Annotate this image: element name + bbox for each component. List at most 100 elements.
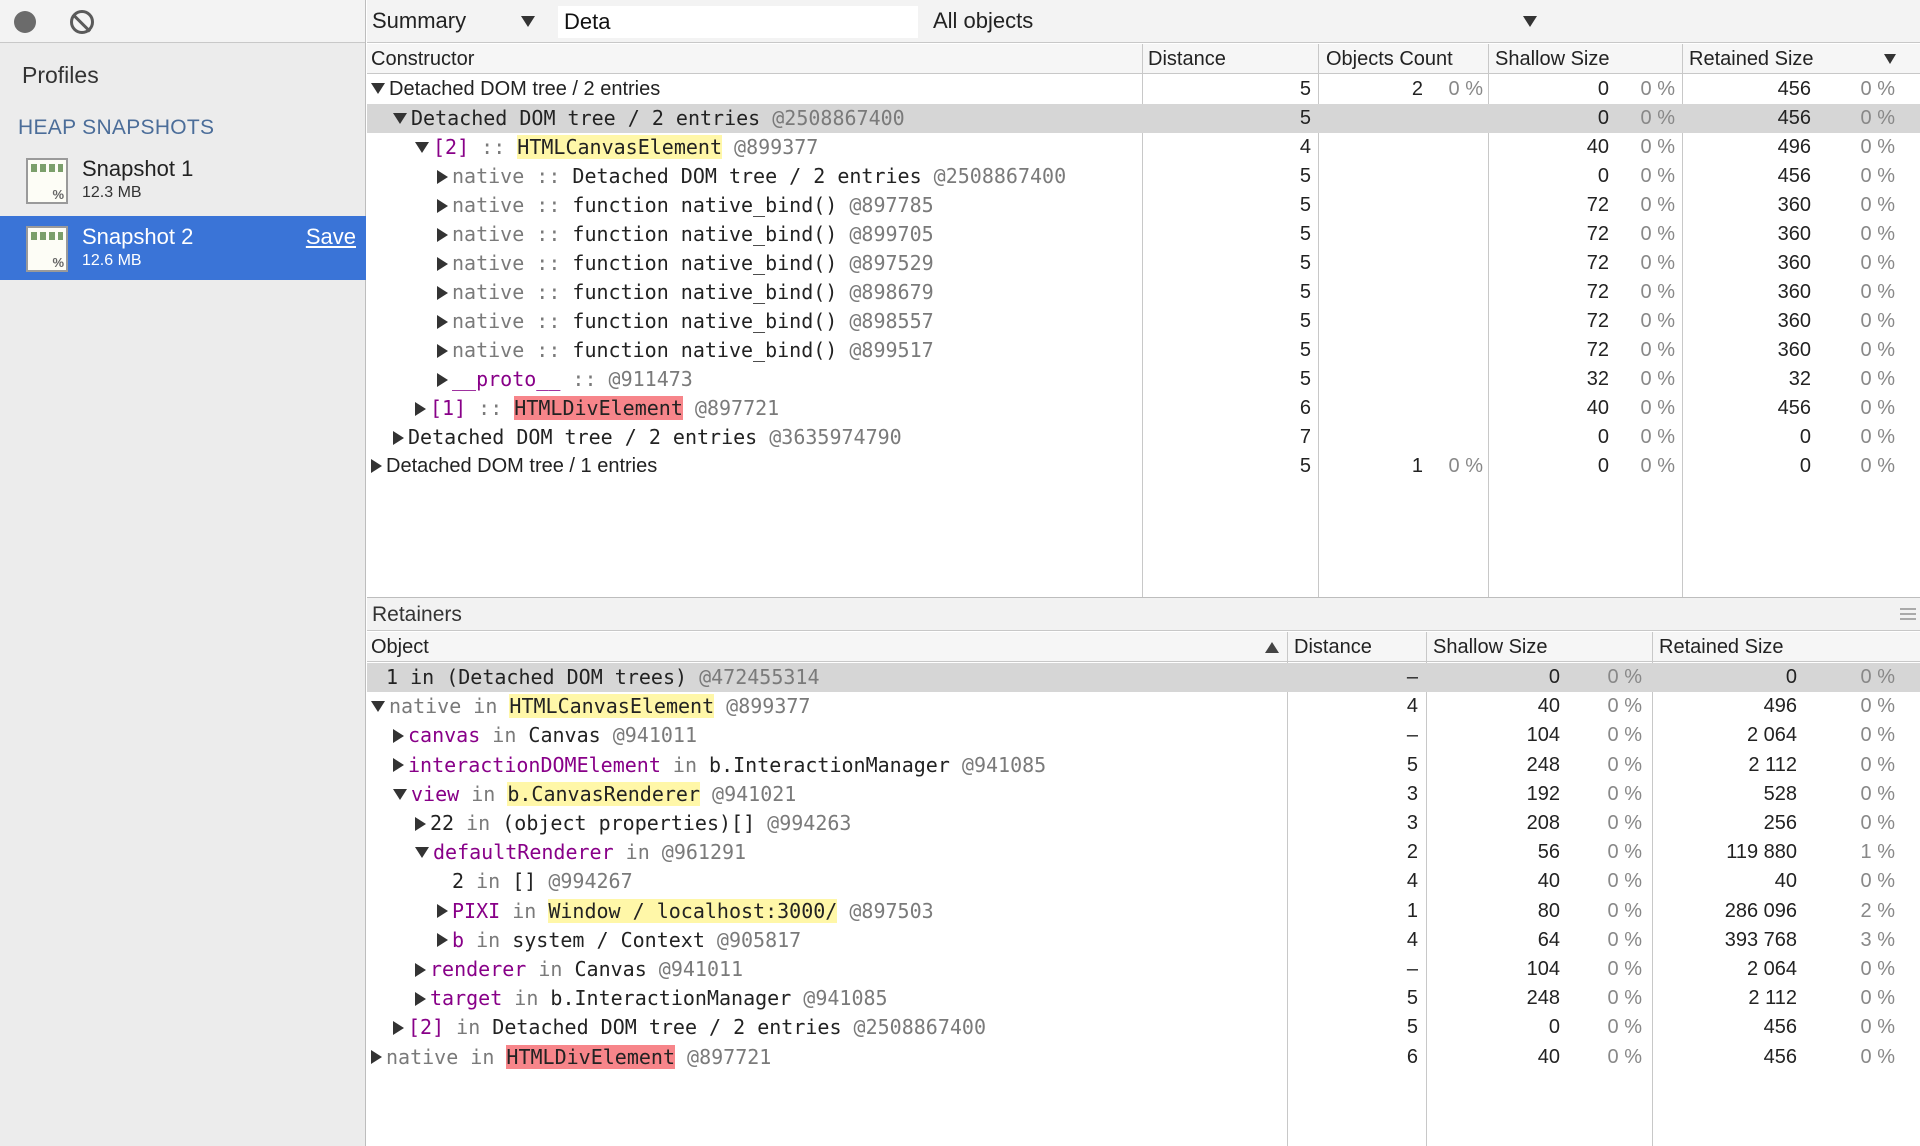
table-row[interactable]: 1 in (Detached DOM trees) @472455314 – 0 0 … [367, 663, 1920, 692]
object-name-cell[interactable]: [1] :: HTMLDivElement @897721 [415, 394, 1141, 423]
table-row[interactable]: Detached DOM tree / 2 entries @363597479… [367, 423, 1920, 452]
chevron-down-icon[interactable] [521, 16, 535, 27]
table-row[interactable]: 2 in [] @994267 4 40 0 % 40 0 % [367, 867, 1920, 896]
collapsed-triangle-icon[interactable] [437, 343, 448, 358]
object-name-cell[interactable]: Detached DOM tree / 2 entries @250886740… [393, 104, 1141, 133]
table-row[interactable]: Detached DOM tree / 1 entries 5 1 0 % 0 0 % 0 0… [367, 452, 1920, 481]
object-name-cell[interactable]: Detached DOM tree / 2 entries [371, 75, 1141, 104]
table-row[interactable]: native :: function native_bind() @898557… [367, 307, 1920, 336]
table-row[interactable]: 22 in (object properties)[] @994263 3 208 0… [367, 809, 1920, 838]
collapsed-triangle-icon[interactable] [393, 1020, 404, 1035]
chevron-down-icon[interactable] [1523, 16, 1537, 27]
collapsed-triangle-icon[interactable] [371, 1050, 382, 1065]
table-row[interactable]: native in HTMLDivElement @897721 6 40 0 % 45… [367, 1043, 1920, 1072]
collapsed-triangle-icon[interactable] [393, 728, 404, 743]
column-retained-size[interactable]: Retained Size [1685, 44, 1814, 74]
resize-grip-icon[interactable] [1900, 608, 1916, 620]
collapsed-triangle-icon[interactable] [437, 933, 448, 948]
collapsed-triangle-icon[interactable] [437, 198, 448, 213]
object-name-cell[interactable]: canvas in Canvas @941011 [393, 721, 1283, 750]
collapsed-triangle-icon[interactable] [437, 372, 448, 387]
collapsed-triangle-icon[interactable] [393, 758, 404, 773]
table-row[interactable]: [1] :: HTMLDivElement @897721 6 40 0 % 456 0 … [367, 394, 1920, 423]
snapshot-item-2[interactable]: Snapshot 2 12.6 MB Save [0, 216, 366, 280]
object-name-cell[interactable]: [2] :: HTMLCanvasElement @899377 [415, 133, 1141, 162]
table-row[interactable]: renderer in Canvas @941011 – 104 0 % 2 064 0 … [367, 955, 1920, 984]
object-name-cell[interactable]: native :: function native_bind() @897529 [437, 249, 1141, 278]
table-row[interactable]: native :: Detached DOM tree / 2 entries … [367, 162, 1920, 191]
object-name-cell[interactable]: interactionDOMElement in b.InteractionMa… [393, 751, 1283, 780]
collapsed-triangle-icon[interactable] [415, 962, 426, 977]
table-row[interactable]: interactionDOMElement in b.InteractionMa… [367, 751, 1920, 780]
table-row[interactable]: b in system / Context @905817 4 64 0 % 393 7… [367, 926, 1920, 955]
collapsed-triangle-icon[interactable] [437, 227, 448, 242]
objects-filter-select[interactable]: All objects [933, 8, 1033, 34]
object-name-cell[interactable]: native in HTMLCanvasElement @899377 [371, 692, 1283, 721]
column-shallow-size[interactable]: Shallow Size [1429, 632, 1548, 662]
column-constructor[interactable]: Constructor [367, 44, 474, 74]
object-name-cell[interactable]: Detached DOM tree / 2 entries @363597479… [393, 423, 1141, 452]
object-name-cell[interactable]: native :: Detached DOM tree / 2 entries … [437, 162, 1141, 191]
object-name-cell[interactable]: renderer in Canvas @941011 [415, 955, 1283, 984]
object-name-cell[interactable]: 22 in (object properties)[] @994263 [415, 809, 1283, 838]
snapshot-item-1[interactable]: Snapshot 1 12.3 MB [0, 148, 366, 212]
collapsed-triangle-icon[interactable] [393, 430, 404, 445]
object-name-cell[interactable]: native :: function native_bind() @898679 [437, 278, 1141, 307]
object-name-cell[interactable]: b in system / Context @905817 [437, 926, 1283, 955]
clear-icon[interactable] [70, 10, 94, 34]
collapsed-triangle-icon[interactable] [437, 256, 448, 271]
collapsed-triangle-icon[interactable] [437, 169, 448, 184]
expanded-triangle-icon[interactable] [415, 847, 429, 859]
expanded-triangle-icon[interactable] [393, 113, 407, 124]
column-shallow-size[interactable]: Shallow Size [1491, 44, 1610, 74]
expanded-triangle-icon[interactable] [371, 83, 385, 95]
column-distance[interactable]: Distance [1144, 44, 1226, 74]
table-row[interactable]: native in HTMLCanvasElement @899377 4 40 0 … [367, 692, 1920, 721]
table-row[interactable]: Detached DOM tree / 2 entries @250886740… [367, 104, 1920, 133]
class-filter-input[interactable] [558, 6, 918, 38]
column-objects-count[interactable]: Objects Count [1322, 44, 1453, 74]
object-name-cell[interactable]: native :: function native_bind() @897785 [437, 191, 1141, 220]
object-name-cell[interactable]: native in HTMLDivElement @897721 [371, 1043, 1283, 1072]
record-icon[interactable] [14, 11, 36, 33]
table-row[interactable]: view in b.CanvasRenderer @941021 3 192 0 % 5… [367, 780, 1920, 809]
table-row[interactable]: PIXI in Window / localhost:3000/ @897503… [367, 897, 1920, 926]
column-distance[interactable]: Distance [1290, 632, 1372, 662]
object-name-cell[interactable]: defaultRenderer in @961291 [415, 838, 1283, 867]
object-name-cell[interactable]: native :: function native_bind() @899705 [437, 220, 1141, 249]
object-name-cell[interactable]: 1 in (Detached DOM trees) @472455314 [371, 663, 1283, 692]
collapsed-triangle-icon[interactable] [437, 314, 448, 329]
object-name-cell[interactable]: __proto__ :: @911473 [437, 365, 1141, 394]
object-name-cell[interactable]: Detached DOM tree / 1 entries [371, 452, 1141, 481]
sort-descending-icon[interactable] [1884, 54, 1896, 64]
table-row[interactable]: __proto__ :: @911473 5 32 0 % 32 0 % [367, 365, 1920, 394]
object-name-cell[interactable]: view in b.CanvasRenderer @941021 [393, 780, 1283, 809]
table-row[interactable]: native :: function native_bind() @899517… [367, 336, 1920, 365]
collapsed-triangle-icon[interactable] [371, 458, 382, 473]
view-mode-select[interactable]: Summary [372, 8, 466, 34]
collapsed-triangle-icon[interactable] [415, 816, 426, 831]
expanded-triangle-icon[interactable] [393, 788, 407, 800]
table-row[interactable]: native :: function native_bind() @897529… [367, 249, 1920, 278]
object-name-cell[interactable]: target in b.InteractionManager @941085 [415, 984, 1283, 1013]
object-name-cell[interactable]: PIXI in Window / localhost:3000/ @897503 [437, 897, 1283, 926]
collapsed-triangle-icon[interactable] [437, 285, 448, 300]
expanded-triangle-icon[interactable] [371, 701, 385, 713]
object-name-cell[interactable]: 2 in [] @994267 [437, 867, 1283, 896]
table-row[interactable]: native :: function native_bind() @899705… [367, 220, 1920, 249]
object-name-cell[interactable]: native :: function native_bind() @899517 [437, 336, 1141, 365]
column-retained-size[interactable]: Retained Size [1655, 632, 1784, 662]
table-row[interactable]: native :: function native_bind() @898679… [367, 278, 1920, 307]
table-row[interactable]: target in b.InteractionManager @941085 5 2… [367, 984, 1920, 1013]
table-row[interactable]: native :: function native_bind() @897785… [367, 191, 1920, 220]
sort-ascending-icon[interactable] [1265, 642, 1279, 653]
collapsed-triangle-icon[interactable] [415, 401, 426, 416]
collapsed-triangle-icon[interactable] [415, 991, 426, 1006]
table-row[interactable]: defaultRenderer in @961291 2 56 0 % 119 880 1… [367, 838, 1920, 867]
object-name-cell[interactable]: [2] in Detached DOM tree / 2 entries @25… [393, 1013, 1283, 1042]
table-row[interactable]: [2] in Detached DOM tree / 2 entries @25… [367, 1013, 1920, 1042]
collapsed-triangle-icon[interactable] [437, 904, 448, 919]
object-name-cell[interactable]: native :: function native_bind() @898557 [437, 307, 1141, 336]
column-object[interactable]: Object [367, 632, 429, 662]
table-row[interactable]: Detached DOM tree / 2 entries 5 2 0 % 0 0 % 45… [367, 75, 1920, 104]
